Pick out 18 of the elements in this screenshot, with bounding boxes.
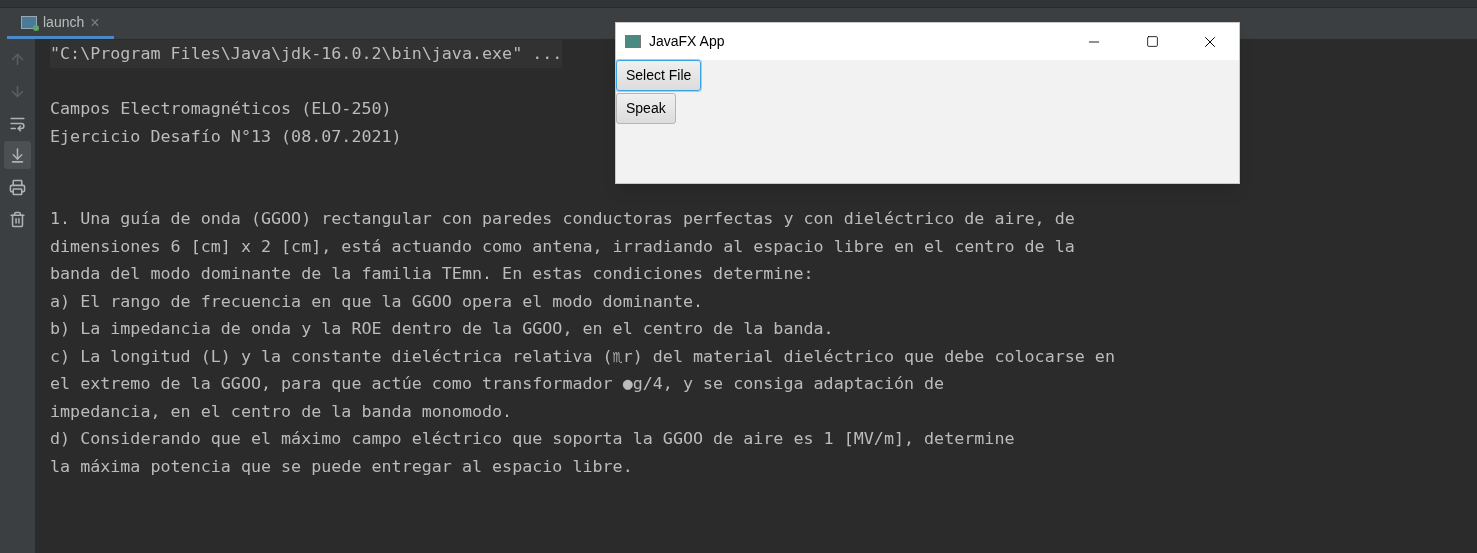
console-line: d) Considerando que el máximo campo eléctrico que soporta la GGOO de aire es 1 [MV/m], determine: [50, 427, 1015, 450]
console-line: dimensiones 6 [cm] x 2 [cm], está actuando como antena, irradiando al espacio libre en el centro de la: [50, 234, 1075, 258]
console-line: c) La longitud (L) y la constante dieléctrica relativa (♏r) del material dieléctrico que debe colocarse en: [50, 344, 1115, 368]
console-line: a) El rango de frecuencia en que la GGOO opera el modo dominante.: [50, 289, 704, 313]
app-button[interactable]: Select File: [616, 60, 702, 91]
console-line: 1. Una guía de onda (GGOO) rectangular con paredes conductoras perfectas y con dieléctrico de aire, de: [50, 207, 1075, 230]
console-line: la máxima potencia que se puede entregar al espacio libre.: [50, 454, 633, 478]
console-line: impedancia, en el centro de la banda monomodo.: [50, 399, 513, 423]
app-button[interactable]: Speak: [616, 93, 676, 124]
console-line: banda del modo dominante de la familia TEmn. En estas condiciones determine:: [50, 262, 814, 285]
window-title: JavaFX App: [649, 32, 726, 51]
console-line: b) La impedancia de onda y la ROE dentro de la GGOO, en el centro de la banda.: [50, 317, 834, 340]
console-line: el extremo de la GGOO, para que actúe como transformador ●g/4, y se consiga adaptación de: [50, 372, 945, 395]
app-icon: [625, 35, 641, 48]
console-line: Campos Electromagnéticos (ELO-250): [50, 97, 392, 120]
terminal-icon: [21, 16, 37, 29]
console-line: Ejercicio Desafío N°13 (08.07.2021): [50, 124, 402, 148]
scroll-to-end-icon[interactable]: [4, 141, 31, 169]
